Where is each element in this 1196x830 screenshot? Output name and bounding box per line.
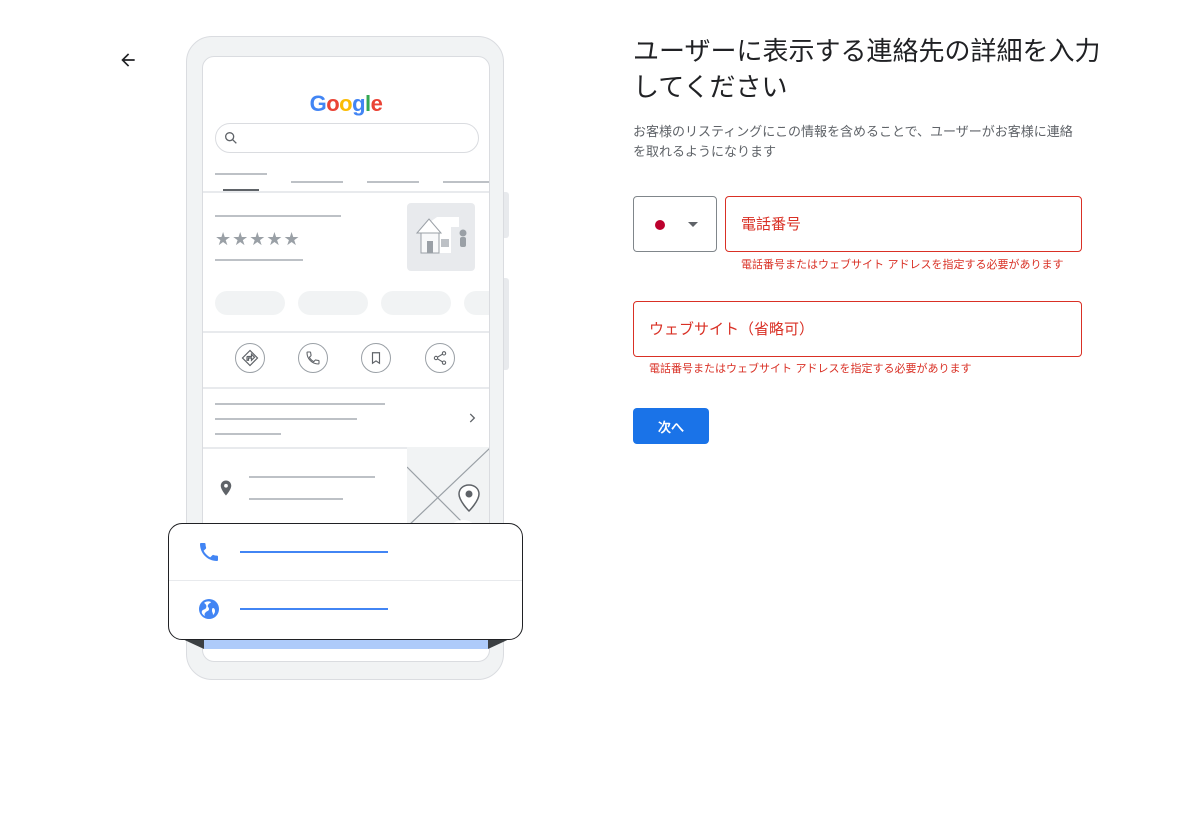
placeholder-line <box>249 476 375 478</box>
placeholder-line <box>215 215 341 217</box>
listing-illustration: Google ★★★★★ <box>160 30 540 690</box>
bookmark-icon <box>361 343 391 373</box>
share-icon <box>425 343 455 373</box>
phone-button <box>504 192 509 238</box>
tab-line <box>443 181 489 183</box>
country-selector[interactable] <box>633 196 717 252</box>
chip <box>381 291 451 315</box>
placeholder-line <box>215 433 281 435</box>
phone-icon <box>200 543 218 561</box>
placeholder-line <box>240 551 388 553</box>
chip <box>215 291 285 315</box>
next-button[interactable]: 次へ <box>633 408 709 444</box>
contact-website-row <box>169 581 522 637</box>
website-field[interactable] <box>633 301 1082 357</box>
location-pin-icon <box>220 480 232 496</box>
phone-input[interactable] <box>726 197 1081 251</box>
chip <box>298 291 368 315</box>
placeholder-line <box>249 498 343 500</box>
divider <box>203 331 489 333</box>
placeholder-line <box>240 608 388 610</box>
back-button[interactable] <box>110 42 146 78</box>
tab-line <box>215 173 267 175</box>
storefront-image <box>407 203 475 271</box>
directions-icon <box>235 343 265 373</box>
phone-icon <box>298 343 328 373</box>
globe-icon <box>199 599 219 619</box>
page-title: ユーザーに表示する連絡先の詳細を入力してください <box>633 37 1101 103</box>
phone-field[interactable] <box>725 196 1082 252</box>
storefront-icon <box>415 217 467 254</box>
placeholder-line <box>215 259 303 261</box>
placeholder-line <box>215 418 357 420</box>
dropdown-arrow-icon <box>688 222 698 227</box>
divider <box>203 191 489 193</box>
tab-line <box>291 181 343 183</box>
chevron-right-icon <box>469 413 476 423</box>
website-input[interactable] <box>634 302 1081 356</box>
page-subtitle: お客様のリスティングにこの情報を含めることで、ユーザーがお客様に連絡を取れるよう… <box>633 125 1073 160</box>
website-error-text: 電話番号またはウェブサイト アドレスを指定する必要があります <box>649 362 972 375</box>
phone-error-text: 電話番号またはウェブサイト アドレスを指定する必要があります <box>741 258 1064 271</box>
chip <box>464 291 489 315</box>
rating-stars: ★★★★★ <box>215 229 301 250</box>
contact-card <box>168 523 523 640</box>
google-logo: Google <box>309 91 383 116</box>
search-icon <box>225 132 237 144</box>
contact-phone-row <box>169 524 522 580</box>
search-bar <box>215 123 479 153</box>
phone-button <box>504 278 509 370</box>
map-thumbnail <box>407 447 489 527</box>
arrow-back-icon <box>121 53 135 67</box>
tab-line <box>367 181 419 183</box>
highlight-strip <box>204 639 488 649</box>
japan-flag-icon <box>655 220 665 230</box>
placeholder-line <box>215 403 385 405</box>
divider <box>203 387 489 389</box>
